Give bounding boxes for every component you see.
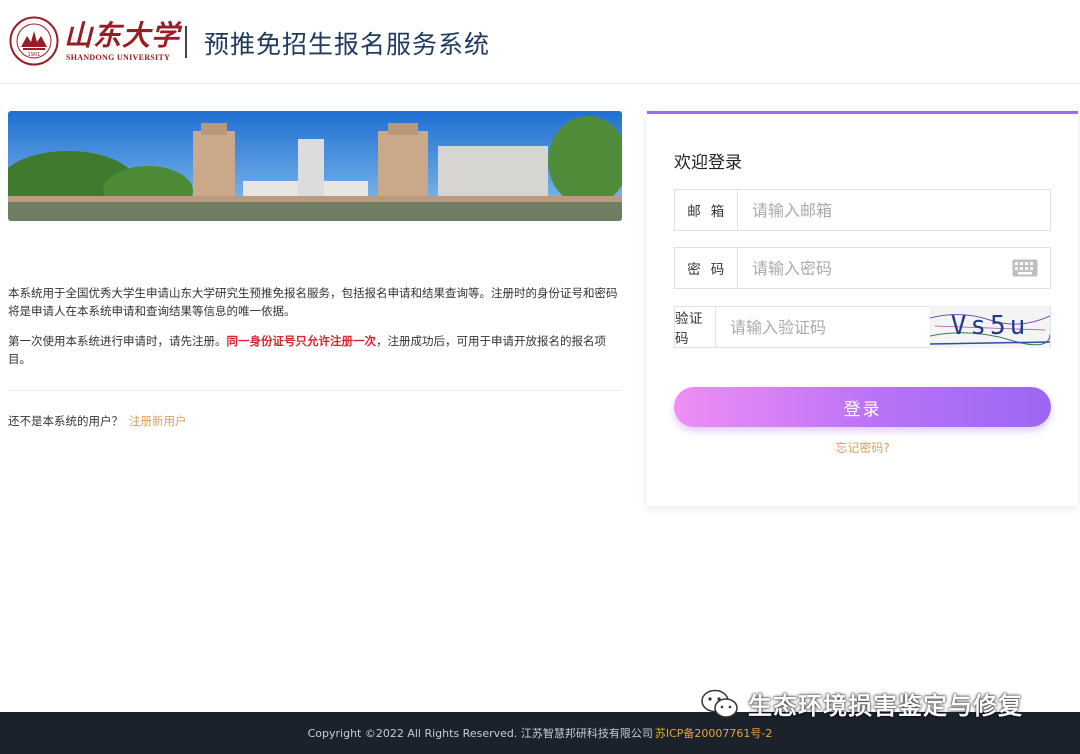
header-divider bbox=[185, 26, 187, 58]
notice-text: 第一次使用本系统进行申请时，请先注册。 bbox=[8, 334, 227, 348]
forgot-password-link[interactable]: 忘记密码? bbox=[647, 439, 1078, 456]
not-user-text: 还不是本系统的用户？ bbox=[8, 414, 123, 428]
register-prompt: 还不是本系统的用户？ 注册新用户 bbox=[8, 413, 187, 429]
login-title: 欢迎登录 bbox=[674, 153, 742, 173]
intro-paragraph-notice: 第一次使用本系统进行申请时，请先注册。同一身份证号只允许注册一次，注册成功后，可… bbox=[8, 332, 622, 368]
system-title: 预推免招生报名服务系统 bbox=[204, 30, 491, 59]
register-link[interactable]: 注册新用户 bbox=[129, 414, 187, 428]
notice-warning: 同一身份证号只允许注册一次 bbox=[226, 334, 377, 348]
university-seal-icon: 1901 bbox=[9, 16, 59, 66]
intro-text: 本系统用于全国优秀大学生申请山东大学研究生预推免报名服务，包括报名申请和结果查询… bbox=[8, 284, 622, 380]
email-label: 邮 箱 bbox=[675, 190, 738, 230]
login-button[interactable]: 登录 bbox=[674, 387, 1051, 427]
password-label: 密 码 bbox=[675, 248, 738, 288]
password-input[interactable] bbox=[738, 248, 1012, 288]
password-field: 密 码 bbox=[674, 247, 1051, 289]
intro-paragraph: 本系统用于全国优秀大学生申请山东大学研究生预推免报名服务，包括报名申请和结果查询… bbox=[8, 286, 618, 318]
captcha-label: 验证码 bbox=[675, 307, 716, 347]
captcha-field: 验证码 Vs5u bbox=[674, 306, 1051, 348]
wechat-icon bbox=[701, 689, 738, 718]
icp-link[interactable]: 苏ICP备20007761号-2 bbox=[655, 725, 773, 741]
email-input[interactable] bbox=[738, 190, 1050, 230]
captcha-image[interactable]: Vs5u bbox=[930, 306, 1050, 348]
university-logo-text: 山东大学 bbox=[64, 19, 181, 52]
university-logo-english: SHANDONG UNIVERSITY bbox=[66, 53, 171, 62]
email-field: 邮 箱 bbox=[674, 189, 1051, 231]
keyboard-icon[interactable] bbox=[1012, 259, 1038, 277]
svg-text:Vs5u: Vs5u bbox=[951, 311, 1030, 341]
site-header: 1901 山东大学 SHANDONG UNIVERSITY 预推免招生报名服务系… bbox=[0, 0, 1080, 84]
campus-banner-image bbox=[8, 111, 622, 221]
watermark: 生态环境损害鉴定与修复 bbox=[700, 686, 1023, 721]
login-card: 欢迎登录 邮 箱 密 码 验证码 Vs5u 登录 忘记密码? bbox=[647, 111, 1078, 506]
copyright-text: Copyright ©2022 All Rights Reserved. 江苏智… bbox=[307, 727, 653, 740]
captcha-input[interactable] bbox=[716, 307, 930, 347]
svg-text:1901: 1901 bbox=[28, 52, 41, 58]
watermark-text: 生态环境损害鉴定与修复 bbox=[748, 692, 1023, 720]
intro-divider bbox=[8, 390, 622, 391]
